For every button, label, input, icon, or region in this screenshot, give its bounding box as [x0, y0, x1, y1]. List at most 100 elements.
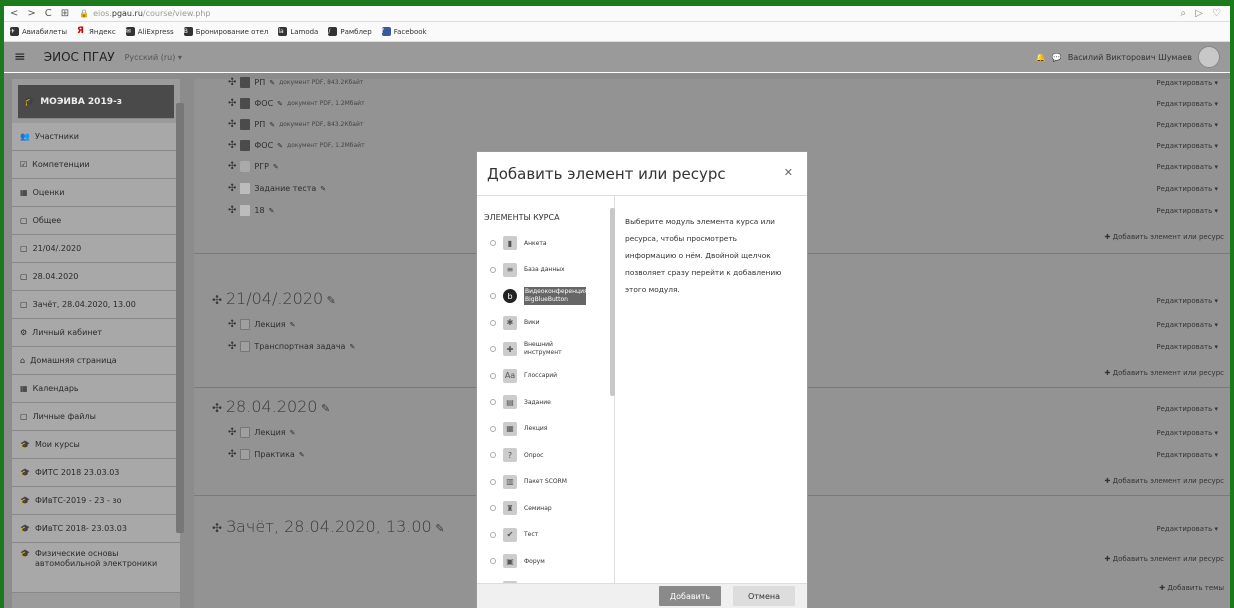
- sidebar-item[interactable]: ▢ Общее: [12, 207, 180, 235]
- edit-menu[interactable]: Редактировать ▾: [1156, 163, 1218, 171]
- radio-button[interactable]: [490, 399, 496, 406]
- reload-icon[interactable]: C: [45, 8, 52, 19]
- bookmark-item[interactable]: B Бронирование отел: [183, 27, 268, 36]
- activity-row[interactable]: ✣ Лекция ✎: [228, 319, 296, 330]
- sidebar-item[interactable]: ▦ Оценки: [12, 179, 180, 207]
- pencil-icon[interactable]: ✎: [432, 522, 444, 535]
- edit-menu[interactable]: Редактировать ▾: [1156, 79, 1218, 87]
- activity-name[interactable]: ФОС: [254, 141, 273, 150]
- module-option[interactable]: ▣ Форум: [477, 548, 614, 575]
- move-icon[interactable]: ✣: [228, 98, 236, 109]
- module-option[interactable]: b Видеоконференция BigBlueButton: [477, 283, 614, 310]
- module-option[interactable]: ✚ Внешний инструмент: [477, 336, 614, 363]
- add-activity-link[interactable]: ✚ Добавить элемент или ресурс: [1105, 555, 1224, 563]
- add-activity-link[interactable]: ✚ Добавить элемент или ресурс: [1105, 477, 1224, 485]
- activity-name[interactable]: Задание теста: [254, 184, 316, 193]
- section-edit-menu[interactable]: Редактировать ▾: [1156, 297, 1218, 305]
- module-option[interactable]: ▮ Анкета: [477, 230, 614, 257]
- move-icon[interactable]: ✣: [228, 183, 236, 194]
- move-icon[interactable]: ✣: [212, 293, 226, 307]
- radio-button[interactable]: [490, 266, 496, 273]
- pencil-icon[interactable]: ✎: [349, 343, 355, 351]
- section-edit-menu[interactable]: Редактировать ▾: [1156, 525, 1218, 533]
- activity-row[interactable]: ✣ Транспортная задача ✎: [228, 341, 355, 352]
- add-activity-link[interactable]: ✚ Добавить элемент или ресурс: [1105, 369, 1224, 377]
- activity-row[interactable]: ✣ Лекция ✎: [228, 427, 296, 438]
- sidebar-item[interactable]: ▢ Зачёт, 28.04.2020, 13.00: [12, 291, 180, 319]
- activity-row[interactable]: ✣ РП ✎ документ PDF, 843.2Кбайт: [228, 77, 363, 88]
- edit-menu[interactable]: Редактировать ▾: [1156, 321, 1218, 329]
- edit-menu[interactable]: Редактировать ▾: [1156, 100, 1218, 108]
- add-button[interactable]: Добавить: [659, 586, 721, 606]
- sidebar-item[interactable]: 🎓 ФИвТС-2019 - 23 - зо: [12, 487, 180, 515]
- activity-name[interactable]: РП: [254, 120, 265, 129]
- pencil-icon[interactable]: ✎: [273, 163, 279, 171]
- module-option[interactable]: Aa Глоссарий: [477, 363, 614, 390]
- sidebar-item[interactable]: ☑ Компетенции: [12, 151, 180, 179]
- bookmark-item[interactable]: la Lamoda: [278, 27, 318, 36]
- pencil-icon[interactable]: ✎: [290, 321, 296, 329]
- pencil-icon[interactable]: ✎: [269, 207, 275, 215]
- move-icon[interactable]: ✣: [228, 205, 236, 216]
- radio-button[interactable]: [490, 478, 496, 485]
- section-edit-menu[interactable]: Редактировать ▾: [1156, 405, 1218, 413]
- section-title[interactable]: ✣ 21/04/.2020 ✎: [212, 289, 336, 308]
- pencil-icon[interactable]: ✎: [277, 100, 283, 108]
- sidebar-item[interactable]: ⌂ Домашняя страница: [12, 347, 180, 375]
- apps-icon[interactable]: ⊞: [61, 8, 69, 19]
- move-icon[interactable]: ✣: [212, 521, 226, 535]
- section-title[interactable]: ✣ Зачёт, 28.04.2020, 13.00 ✎: [212, 517, 444, 536]
- activity-name[interactable]: 18: [254, 206, 264, 215]
- activity-row[interactable]: ✣ РГР ✎: [228, 161, 279, 172]
- radio-button[interactable]: [490, 240, 496, 247]
- radio-button[interactable]: [490, 505, 496, 512]
- sidebar-item[interactable]: ▦ Календарь: [12, 375, 180, 403]
- activity-name[interactable]: Транспортная задача: [254, 342, 345, 351]
- url-text[interactable]: eios.pgau.ru/course/view.php: [93, 9, 210, 18]
- sidebar-item[interactable]: 🎓 Мои курсы: [12, 431, 180, 459]
- module-option[interactable]: ♜ Семинар: [477, 495, 614, 522]
- radio-button[interactable]: [490, 452, 496, 459]
- module-option[interactable]: ▦ Лекция: [477, 416, 614, 443]
- sidebar-item[interactable]: 🎓 ФИТС 2018 23.03.03: [12, 459, 180, 487]
- bell-icon[interactable]: 🔔: [1036, 53, 1046, 62]
- pencil-icon[interactable]: ✎: [299, 451, 305, 459]
- sidebar-item[interactable]: ▢ 21/04/.2020: [12, 235, 180, 263]
- move-icon[interactable]: ✣: [228, 77, 236, 88]
- radio-button[interactable]: [490, 372, 496, 379]
- move-icon[interactable]: ✣: [228, 161, 236, 172]
- sidebar-item[interactable]: ▢ Личные файлы: [12, 403, 180, 431]
- radio-button[interactable]: [490, 346, 496, 353]
- sidebar-course[interactable]: 🎓 МОЭИВА 2019-з: [18, 85, 174, 119]
- activity-row[interactable]: ✣ ФОС ✎ документ PDF, 1.2Мбайт: [228, 140, 365, 151]
- module-option[interactable]: ✱ Вики: [477, 310, 614, 337]
- pencil-icon[interactable]: ✎: [317, 402, 330, 415]
- pencil-icon[interactable]: ✎: [277, 142, 283, 150]
- module-option[interactable]: ▥ Пакет SCORM: [477, 469, 614, 496]
- radio-button[interactable]: [490, 293, 496, 300]
- edit-menu[interactable]: Редактировать ▾: [1156, 121, 1218, 129]
- chat-icon[interactable]: 💬: [1052, 53, 1062, 62]
- sidebar-item[interactable]: 🎓 ФИвТС 2018- 23.03.03: [12, 515, 180, 543]
- move-icon[interactable]: ✣: [228, 119, 236, 130]
- radio-button[interactable]: [490, 531, 496, 538]
- site-brand[interactable]: ЭИОС ПГАУ: [44, 50, 115, 64]
- bookmark-item[interactable]: / Рамблер: [328, 27, 372, 36]
- sidebar-item[interactable]: ⚙ Личный кабинет: [12, 319, 180, 347]
- move-icon[interactable]: ✣: [212, 401, 226, 415]
- sidebar-item[interactable]: 🎓 Физические основы автомобильной электро…: [12, 543, 180, 593]
- activity-name[interactable]: РП: [254, 78, 265, 87]
- activity-row[interactable]: ✣ Практика ✎: [228, 449, 305, 460]
- move-icon[interactable]: ✣: [228, 427, 236, 438]
- sidebar-scrollbar[interactable]: [176, 103, 184, 533]
- activity-name[interactable]: Практика: [254, 450, 294, 459]
- module-option[interactable]: ▤ Задание: [477, 389, 614, 416]
- pencil-icon[interactable]: ✎: [290, 429, 296, 437]
- module-list-scrollbar[interactable]: [610, 208, 615, 396]
- pencil-icon[interactable]: ✎: [269, 121, 275, 129]
- move-icon[interactable]: ✣: [228, 319, 236, 330]
- sidebar-item[interactable]: 👥 Участники: [12, 123, 180, 151]
- add-activity-link[interactable]: ✚ Добавить элемент или ресурс: [1105, 233, 1224, 241]
- close-icon[interactable]: ✕: [784, 166, 793, 179]
- cancel-button[interactable]: Отмена: [733, 586, 795, 606]
